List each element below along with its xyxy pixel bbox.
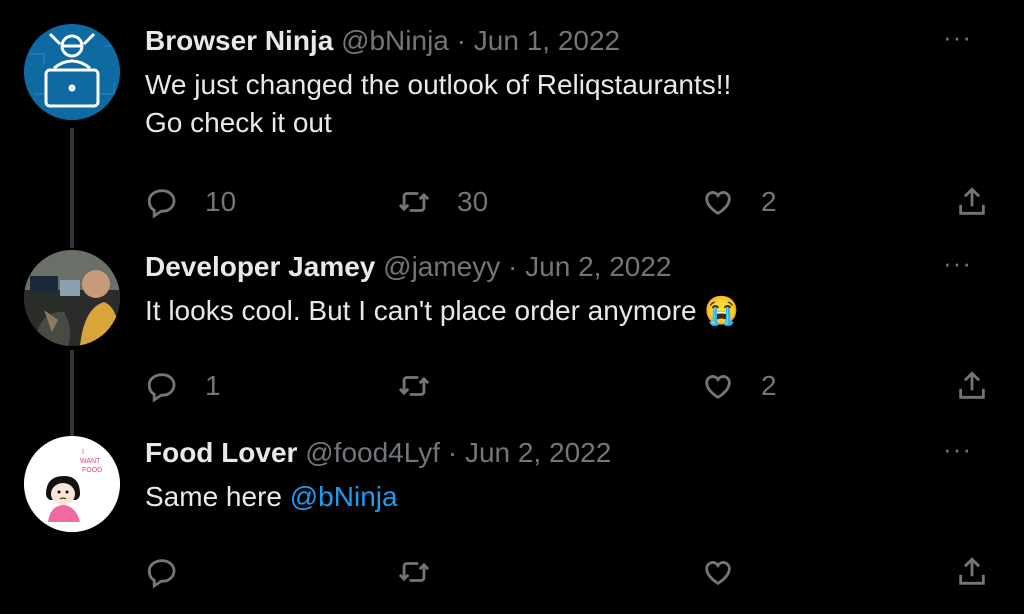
handle[interactable]: @food4Lyf <box>305 437 440 468</box>
retweet-button[interactable] <box>397 366 431 406</box>
reply-button[interactable]: 10 <box>145 182 236 222</box>
tweet-actions: 10 30 2 <box>145 182 1000 222</box>
reply-count: 1 <box>205 370 221 401</box>
share-icon <box>959 557 985 585</box>
tweet[interactable]: Browser Ninja @bNinja · Jun 1, 2022 We j… <box>0 24 1024 248</box>
retweet-button[interactable] <box>397 552 431 592</box>
tweet-text: Same here @bNinja <box>145 478 1000 516</box>
avatar[interactable] <box>24 24 120 120</box>
avatar[interactable] <box>24 250 120 346</box>
reply-icon <box>147 189 176 219</box>
like-button[interactable] <box>701 552 735 592</box>
tweet-text-main: It looks cool. But I can't place order a… <box>145 295 697 326</box>
tweet-text: We just changed the outlook of Reliqstau… <box>145 69 732 138</box>
separator: · <box>508 251 518 282</box>
tweet-text: It looks cool. But I can't place order a… <box>145 292 1000 330</box>
tweet-text-main: Same here <box>145 481 290 512</box>
tweet-header: Food Lover @food4Lyf · Jun 2, 2022 <box>145 436 1000 470</box>
like-icon <box>705 375 731 399</box>
tweet[interactable]: Developer Jamey @jameyy · Jun 2, 2022 It… <box>0 250 1024 440</box>
avatar-lettering: I <box>82 449 84 456</box>
thread-connector <box>70 128 74 248</box>
tweet-content: Browser Ninja @bNinja · Jun 1, 2022 We j… <box>145 24 1000 142</box>
share-icon <box>959 187 985 215</box>
handle[interactable]: @jameyy <box>383 251 500 282</box>
svg-text:WANT: WANT <box>80 458 101 465</box>
thread-connector <box>70 350 74 440</box>
tweet-actions: 1 2 <box>145 366 1000 406</box>
svg-text:FOOD: FOOD <box>82 467 102 474</box>
share-button[interactable] <box>955 366 989 406</box>
more-options-icon[interactable]: ··· <box>943 436 972 462</box>
tweet-content: Developer Jamey @jameyy · Jun 2, 2022 It… <box>145 250 1000 330</box>
tweet-date[interactable]: Jun 2, 2022 <box>525 251 671 282</box>
like-count: 2 <box>761 370 777 401</box>
reply-icon <box>147 373 176 403</box>
display-name[interactable]: Developer Jamey <box>145 251 375 282</box>
retweet-icon <box>398 376 430 396</box>
like-count: 2 <box>761 186 777 217</box>
food-lover-avatar-icon: I WANT FOOD <box>24 436 120 532</box>
share-icon <box>959 371 985 399</box>
separator: · <box>447 437 458 468</box>
tweet-header: Browser Ninja @bNinja · Jun 1, 2022 <box>145 24 1000 58</box>
reply-button[interactable]: 1 <box>145 366 221 406</box>
retweet-icon <box>398 562 430 582</box>
tweet-date[interactable]: Jun 1, 2022 <box>474 25 620 56</box>
retweet-icon <box>398 192 430 212</box>
display-name[interactable]: Food Lover <box>145 437 297 468</box>
like-button[interactable]: 2 <box>701 182 777 222</box>
mention-link[interactable]: @bNinja <box>290 481 398 512</box>
like-icon <box>705 561 731 585</box>
like-button[interactable]: 2 <box>701 366 777 406</box>
tweet-thread: Browser Ninja @bNinja · Jun 1, 2022 We j… <box>0 0 1024 614</box>
tweet[interactable]: I WANT FOOD Food Lover @food4Lyf · Jun 2… <box>0 436 1024 606</box>
like-icon <box>705 191 731 215</box>
reply-button[interactable] <box>145 552 179 592</box>
tweet-actions <box>145 552 1000 592</box>
handle[interactable]: @bNinja <box>341 25 449 56</box>
more-options-icon[interactable]: ··· <box>943 250 972 276</box>
avatar[interactable]: I WANT FOOD <box>24 436 120 532</box>
tweet-content: Food Lover @food4Lyf · Jun 2, 2022 Same … <box>145 436 1000 516</box>
display-name[interactable]: Browser Ninja <box>145 25 333 56</box>
reply-count: 10 <box>205 186 237 217</box>
reply-icon <box>147 559 176 589</box>
share-button[interactable] <box>955 552 989 592</box>
tweet-header: Developer Jamey @jameyy · Jun 2, 2022 <box>145 250 1000 284</box>
share-button[interactable] <box>955 182 989 222</box>
ninja-logo-icon <box>24 24 120 120</box>
user-photo-icon <box>24 250 120 346</box>
retweet-button[interactable]: 30 <box>397 182 488 222</box>
more-options-icon[interactable]: ··· <box>943 24 972 50</box>
crying-emoji-icon: 😭 <box>704 295 740 326</box>
retweet-count: 30 <box>457 186 489 217</box>
separator: · <box>456 25 466 56</box>
tweet-date[interactable]: Jun 2, 2022 <box>465 437 611 468</box>
